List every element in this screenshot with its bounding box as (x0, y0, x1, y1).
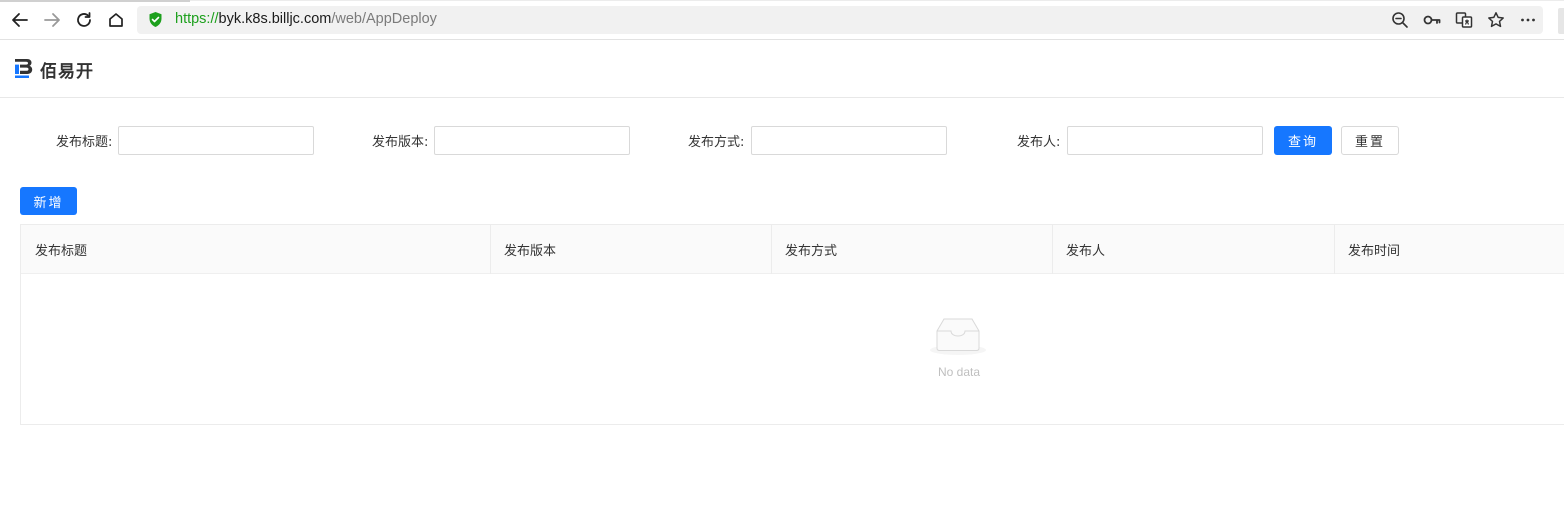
key-icon[interactable] (1422, 10, 1442, 30)
publisher-label: 发布人: (1017, 135, 1061, 150)
column-header-publisher[interactable]: 发布人 (1052, 225, 1334, 274)
column-header-time[interactable]: 发布时间 (1334, 225, 1564, 274)
translate-icon[interactable] (1454, 10, 1474, 30)
empty-state: No data (21, 275, 1564, 425)
column-header-method[interactable]: 发布方式 (771, 225, 1052, 274)
brand-name: 佰易开 (40, 62, 94, 82)
app-header: 佰易开 (0, 41, 1564, 98)
title-label: 发布标题: (56, 135, 113, 150)
secure-shield-icon[interactable] (148, 11, 163, 32)
tab-strip-edge (190, 0, 1564, 1)
add-button[interactable]: 新增 (20, 187, 77, 215)
version-label: 发布版本: (372, 135, 429, 150)
logo-icon (12, 57, 34, 79)
url-host: byk.k8s.billjc.com (218, 11, 332, 27)
url-path: /web/AppDeploy (331, 11, 437, 27)
address-bar[interactable]: https://byk.k8s.billjc.com/web/AppDeploy (137, 6, 1543, 34)
title-input[interactable] (118, 126, 314, 155)
url-scheme: https:// (175, 11, 219, 27)
empty-text: No data (937, 365, 981, 379)
column-header-version[interactable]: 发布版本 (490, 225, 771, 274)
forward-icon[interactable] (40, 8, 64, 32)
reload-icon[interactable] (72, 8, 96, 32)
reset-button[interactable]: 重置 (1341, 126, 1399, 155)
browser-toolbar: https://byk.k8s.billjc.com/web/AppDeploy (0, 0, 1564, 40)
version-input[interactable] (434, 126, 630, 155)
empty-inbox-icon (929, 317, 987, 361)
home-icon[interactable] (104, 8, 128, 32)
more-icon[interactable] (1518, 10, 1538, 30)
tab-strip (0, 0, 190, 2)
deploy-table: 发布标题 发布版本 发布方式 发布人 发布时间 No data (20, 224, 1564, 425)
star-icon[interactable] (1486, 10, 1506, 30)
query-button[interactable]: 查询 (1274, 126, 1332, 155)
window-edge (1558, 8, 1564, 34)
back-icon[interactable] (8, 8, 32, 32)
method-input[interactable] (751, 126, 947, 155)
publisher-input[interactable] (1067, 126, 1263, 155)
zoom-out-icon[interactable] (1390, 10, 1410, 30)
column-header-title[interactable]: 发布标题 (21, 225, 490, 274)
method-label: 发布方式: (688, 135, 745, 150)
url-text[interactable]: https://byk.k8s.billjc.com/web/AppDeploy (175, 11, 437, 27)
table-header: 发布标题 发布版本 发布方式 发布人 发布时间 (21, 225, 1564, 274)
